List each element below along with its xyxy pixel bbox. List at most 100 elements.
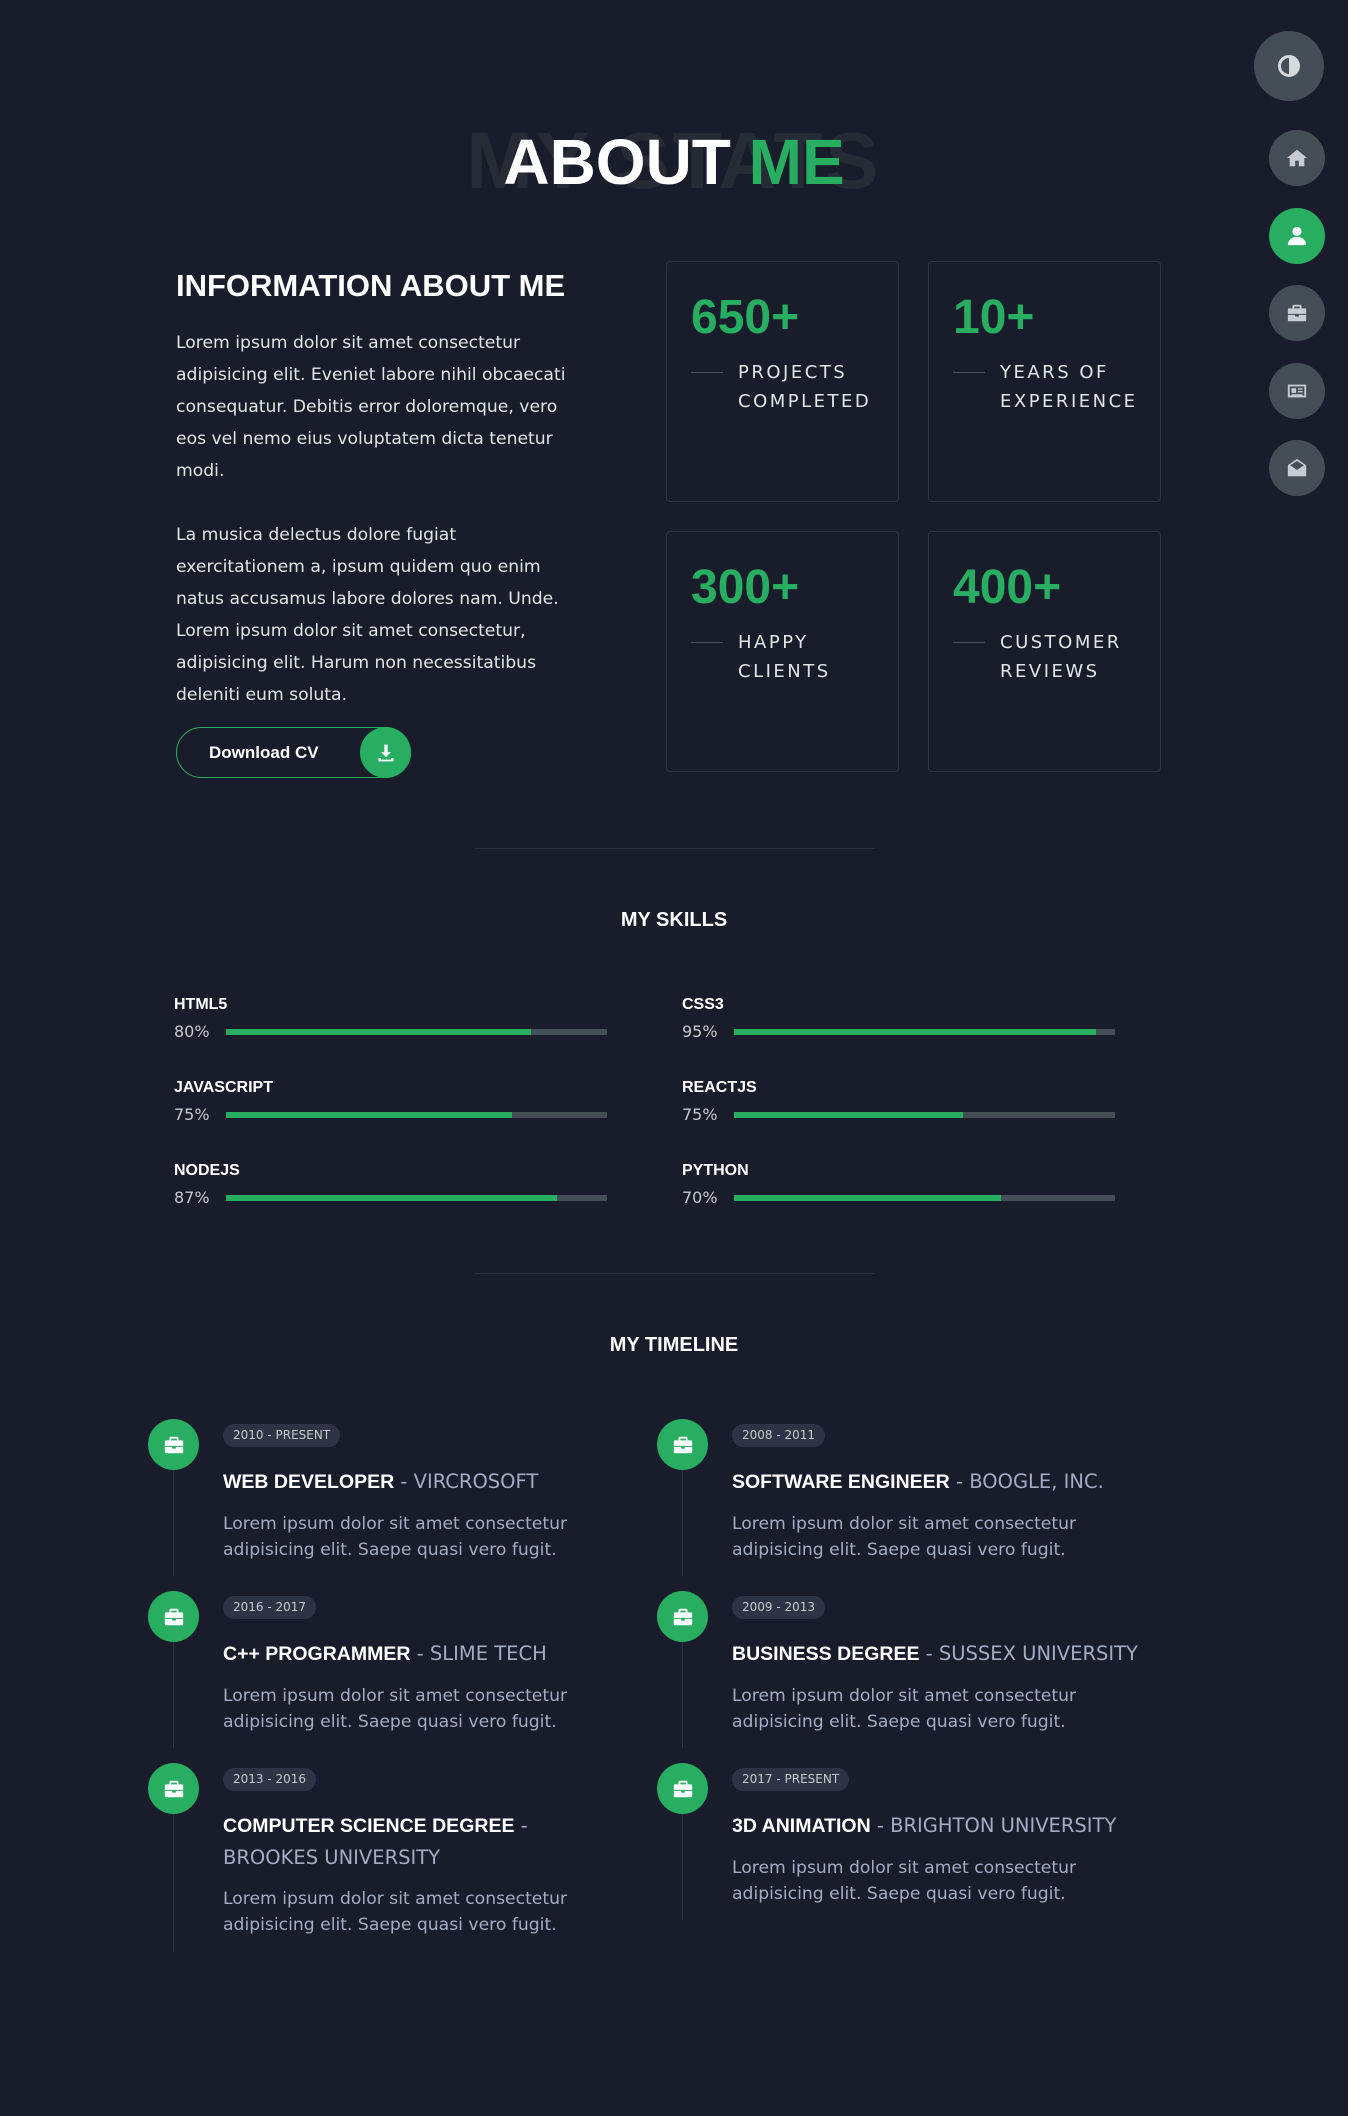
skill-percent: 87%: [174, 1188, 210, 1207]
nav-blog-button[interactable]: [1269, 362, 1325, 419]
timeline-role: WEB DEVELOPER: [223, 1471, 395, 1493]
skill-item: JAVASCRIPT 75%: [174, 1079, 607, 1129]
page-title-main: ABOUT: [503, 126, 749, 198]
timeline-icon: [148, 1591, 199, 1642]
skill-item: HTML5 80%: [174, 996, 607, 1046]
user-icon: [1287, 226, 1307, 245]
skill-percent: 75%: [682, 1105, 718, 1124]
download-cv-button[interactable]: Download CV: [176, 727, 411, 778]
envelope-open-icon: [1287, 458, 1307, 477]
about-paragraph-1: Lorem ipsum dolor sit amet consectetur a…: [176, 333, 566, 481]
stat-number: 400+: [953, 561, 1062, 614]
timeline-title: C++ PROGRAMMER - SLIME TECH: [223, 1638, 643, 1670]
skill-progress-track: [734, 1195, 1115, 1201]
skill-progress-fill: [734, 1112, 963, 1118]
skill-name: CSS3: [682, 996, 724, 1013]
skill-progress-track: [226, 1195, 607, 1201]
stat-number: 10+: [953, 291, 1035, 344]
briefcase-icon: [673, 1608, 692, 1625]
stat-label: HAPPY CLIENTS: [738, 632, 831, 682]
timeline-title: COMPUTER SCIENCE DEGREE - BROOKES UNIVER…: [223, 1810, 623, 1873]
timeline-date: 2017 - PRESENT: [732, 1768, 850, 1791]
skill-progress-fill: [226, 1112, 512, 1118]
skill-progress-track: [226, 1112, 607, 1118]
timeline-icon: [148, 1763, 199, 1814]
skill-name: JAVASCRIPT: [174, 1079, 273, 1096]
skill-progress-fill: [734, 1029, 1096, 1035]
stat-number: 650+: [691, 291, 800, 344]
stat-card: 650+ PROJECTS COMPLETED: [666, 261, 899, 502]
timeline-heading: MY TIMELINE: [609, 1334, 739, 1356]
stat-rule: [953, 642, 985, 643]
stat-rule: [691, 642, 723, 643]
timeline-role: COMPUTER SCIENCE DEGREE: [223, 1815, 515, 1837]
timeline-icon: [657, 1419, 708, 1470]
timeline-title: 3D ANIMATION - BRIGHTON UNIVERSITY: [732, 1810, 1152, 1842]
skill-percent: 75%: [174, 1105, 210, 1124]
skill-name: HTML5: [174, 996, 228, 1013]
theme-toggle-button[interactable]: [1254, 31, 1324, 101]
timeline-date: 2013 - 2016: [223, 1768, 317, 1791]
contrast-icon: [1278, 55, 1300, 77]
section-divider: [475, 1273, 875, 1274]
timeline-description: Lorem ipsum dolor sit amet consectetur a…: [732, 1858, 1077, 1904]
timeline-date: 2016 - 2017: [223, 1596, 317, 1619]
timeline-role: SOFTWARE ENGINEER: [732, 1471, 950, 1493]
download-icon: [378, 744, 393, 761]
timeline-role: C++ PROGRAMMER: [223, 1643, 411, 1665]
timeline-org: - SLIME TECH: [410, 1642, 547, 1665]
skill-progress-fill: [734, 1195, 1001, 1201]
timeline-description: Lorem ipsum dolor sit amet consectetur a…: [223, 1686, 568, 1732]
skill-item: REACTJS 75%: [682, 1079, 1115, 1129]
stat-label: YEARS OF EXPERIENCE: [1000, 362, 1138, 412]
about-heading: INFORMATION ABOUT ME: [176, 268, 566, 303]
skill-progress-fill: [226, 1029, 531, 1035]
stat-card: 10+ YEARS OF EXPERIENCE: [928, 261, 1161, 502]
timeline-line: [173, 1642, 174, 1748]
about-paragraph-2: La musica delectus dolore fugiat exercit…: [176, 525, 559, 705]
newspaper-icon: [1287, 384, 1307, 397]
nav-portfolio-button[interactable]: [1269, 285, 1325, 341]
timeline-icon: [657, 1763, 708, 1814]
timeline-role: BUSINESS DEGREE: [732, 1643, 920, 1665]
stat-card: 400+ CUSTOMER REVIEWS: [928, 531, 1161, 772]
nav-about-button[interactable]: [1269, 207, 1325, 264]
timeline-role: 3D ANIMATION: [732, 1815, 871, 1837]
about-page: MY STATS ABOUT ME INFORMATION ABOUT ME L…: [0, 0, 1348, 2116]
page-scrollbar[interactable]: [1348, 0, 1366, 2116]
timeline-date: 2010 - PRESENT: [223, 1424, 341, 1447]
timeline-title: SOFTWARE ENGINEER - BOOGLE, INC.: [732, 1466, 1152, 1498]
timeline-org: - VIRCROSOFT: [394, 1470, 539, 1493]
timeline-line: [682, 1814, 683, 1920]
skill-item: PYTHON 70%: [682, 1162, 1115, 1212]
timeline-line: [173, 1470, 174, 1576]
timeline-line: [682, 1642, 683, 1748]
briefcase-icon: [673, 1436, 692, 1453]
briefcase-icon: [164, 1436, 183, 1453]
briefcase-icon: [1287, 304, 1307, 322]
page-title-accent: ME: [748, 126, 845, 198]
skill-progress-track: [734, 1112, 1115, 1118]
stat-rule: [691, 372, 723, 373]
skill-item: CSS3 95%: [682, 996, 1115, 1046]
stat-rule: [953, 372, 985, 373]
skill-progress-track: [226, 1029, 607, 1035]
briefcase-icon: [164, 1780, 183, 1797]
skill-percent: 80%: [174, 1022, 210, 1041]
timeline-line: [173, 1814, 174, 1952]
timeline-org: - BOOGLE, INC.: [949, 1470, 1104, 1493]
skill-name: NODEJS: [174, 1162, 240, 1179]
timeline-description: Lorem ipsum dolor sit amet consectetur a…: [732, 1514, 1077, 1560]
briefcase-icon: [164, 1608, 183, 1625]
nav-contact-button[interactable]: [1269, 440, 1325, 496]
timeline-date: 2008 - 2011: [732, 1424, 826, 1447]
skill-progress-fill: [226, 1195, 558, 1201]
download-cv-label: Download CV: [209, 742, 319, 762]
timeline-title: WEB DEVELOPER - VIRCROSOFT: [223, 1466, 643, 1498]
timeline-description: Lorem ipsum dolor sit amet consectetur a…: [223, 1889, 568, 1935]
timeline-description: Lorem ipsum dolor sit amet consectetur a…: [732, 1686, 1077, 1732]
page-title: MY STATS ABOUT ME: [0, 118, 1348, 204]
stat-label: PROJECTS COMPLETED: [738, 362, 872, 412]
skill-percent: 95%: [682, 1022, 718, 1041]
skill-item: NODEJS 87%: [174, 1162, 607, 1212]
